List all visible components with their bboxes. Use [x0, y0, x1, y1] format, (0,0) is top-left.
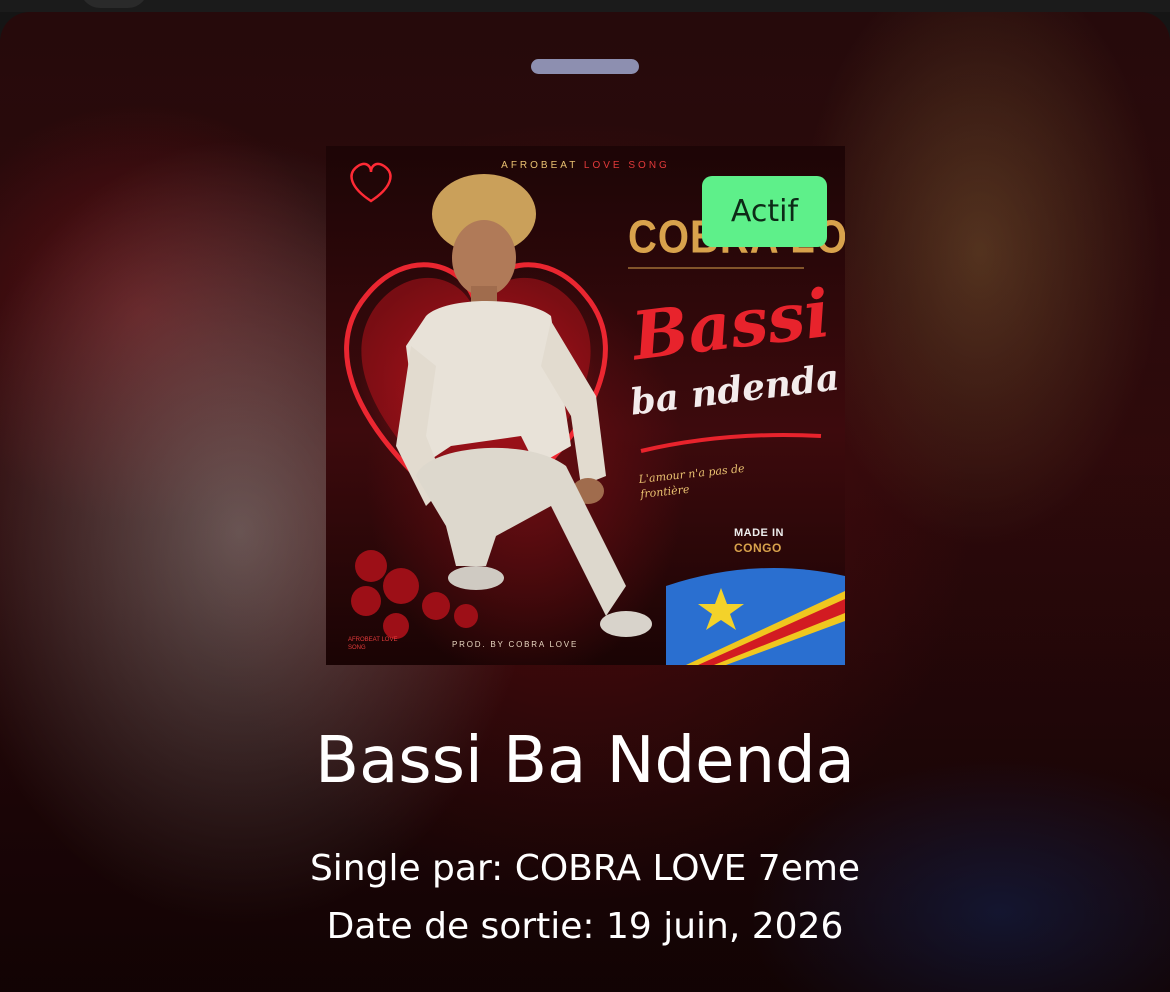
cover-corner-tag: AFROBEAT LOVE SONG — [348, 637, 398, 651]
release-date-line: Date de sortie: 19 juin, 2026 — [326, 906, 844, 947]
sheet-drag-handle[interactable] — [531, 59, 639, 74]
status-bar-strip — [0, 0, 1170, 12]
cover-country: CONGO — [734, 541, 782, 555]
cover-tagline: AFROBEAT LOVE SONG — [326, 160, 845, 171]
release-artist-line: Single par: COBRA LOVE 7eme — [309, 848, 861, 889]
release-title: Bassi Ba Ndenda — [315, 724, 855, 798]
cover-producer: PROD. BY COBRA LOVE — [452, 640, 579, 649]
cover-tagline-b: LOVE SONG — [583, 160, 670, 171]
previous-sheet-edge — [80, 0, 148, 8]
status-badge: Actif — [702, 176, 827, 247]
cover-made-in: MADE IN — [734, 527, 784, 539]
cover-tagline-a: AFROBEAT — [501, 160, 579, 171]
